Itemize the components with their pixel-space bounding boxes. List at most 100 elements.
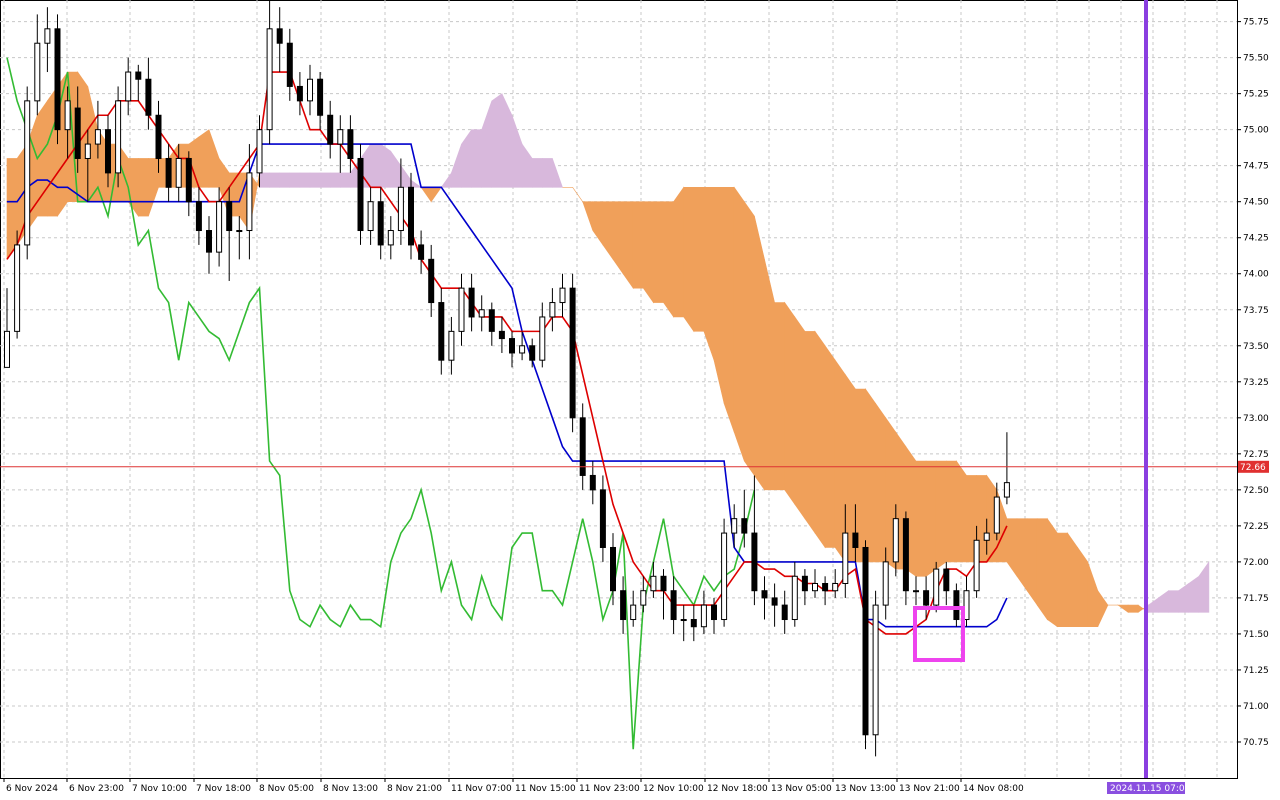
bear-candle-body (286, 42, 293, 87)
cloud-segment (1057, 532, 1068, 628)
cloud-segment (683, 186, 695, 333)
cloud-segment (703, 186, 715, 361)
cloud-segment (269, 172, 281, 188)
bull-candle-body (448, 330, 455, 361)
bull-candle-body (367, 201, 374, 232)
cloud-segment (673, 186, 685, 318)
cloud-segment (754, 216, 765, 491)
cloud-segment (279, 172, 291, 188)
bear-candle-body (822, 583, 829, 592)
bear-candle-body (711, 604, 717, 621)
bull-candle-body (913, 590, 919, 593)
y-tick-label: 73.50 (1243, 342, 1269, 352)
y-axis: 75.75 75.50 75.25 75.00 74.75 74.50 74.25 74.00… (1237, 18, 1269, 748)
y-tick-label: 70.75 (1243, 738, 1269, 748)
bear-candle-body (195, 201, 202, 232)
bull-candle-body (933, 568, 940, 606)
bear-candle-body (781, 604, 788, 621)
x-tick-label: 6 Nov 23:00 (69, 784, 124, 794)
x-tick-label: 6 Nov 2024 (6, 784, 58, 794)
x-tick-label: 14 Nov 08:00 (963, 784, 1024, 794)
cloud-segment (380, 143, 392, 188)
cloud-segment (774, 302, 786, 491)
bear-candle-body (418, 244, 425, 260)
bear-candle-body (589, 474, 596, 491)
bear-candle-body (509, 338, 515, 354)
bear-candle-body (327, 114, 334, 145)
bull-candle-body (1003, 482, 1010, 498)
bear-candle-body (751, 532, 758, 592)
bull-candle-body (175, 157, 182, 188)
cloud-segment (138, 158, 149, 217)
bull-candle-body (266, 28, 273, 131)
bear-candle-body (296, 85, 303, 102)
bear-candle-body (953, 590, 960, 621)
bear-candle-body (610, 546, 616, 592)
cloud-segment (390, 150, 402, 188)
bull-candle-body (94, 129, 101, 145)
cloud-segment (794, 316, 806, 520)
y-tick-label: 72.75 (1243, 450, 1269, 460)
bull-candle-body (872, 604, 879, 736)
y-tick-label: 75.25 (1243, 90, 1269, 100)
x-tick-label: 7 Nov 10:00 (132, 784, 187, 794)
x-tick-label: 13 Nov 05:00 (771, 784, 832, 794)
cloud-segment (541, 158, 553, 188)
bull-candle-body (125, 71, 132, 102)
cloud-segment (693, 186, 705, 332)
x-axis: 6 Nov 2024 6 Nov 23:00 7 Nov 10:00 7 Nov 18… (3, 778, 1024, 794)
cloud-segment (521, 143, 533, 188)
cloud-segment (329, 172, 341, 188)
cloud-segment (1077, 546, 1088, 628)
cloud-segment (733, 186, 745, 462)
bull-candle-body (115, 100, 122, 174)
cloud-segment (319, 172, 331, 188)
cloud-segment (612, 201, 624, 275)
bear-candle-body (226, 201, 233, 232)
bear-candle-body (498, 330, 505, 340)
cloud-segment (400, 164, 412, 188)
cloud-segment (1168, 590, 1179, 613)
bear-candle-body (377, 201, 384, 246)
bear-candle-body (317, 78, 324, 116)
bull-candle-body (44, 28, 51, 44)
y-tick-label: 75.75 (1243, 18, 1269, 28)
bear-candle-body (488, 309, 495, 332)
y-tick-label: 73.00 (1243, 414, 1269, 424)
y-tick-label: 75.00 (1243, 126, 1269, 136)
x-tick-label: 8 Nov 05:00 (259, 784, 314, 794)
plot-border (0, 0, 1238, 779)
cloud-segment (1188, 575, 1200, 613)
y-tick-label: 74.00 (1243, 270, 1269, 280)
cloud-segment (430, 186, 442, 203)
bull-candle-body (973, 539, 980, 592)
bull-candle-body (630, 604, 637, 621)
bear-candle-body (135, 71, 142, 80)
cloud-segment (875, 402, 887, 563)
bear-candle-body (690, 619, 697, 628)
cloud-segment (622, 201, 634, 290)
x-tick-label: 7 Nov 18:00 (196, 784, 251, 794)
bear-candle-body (862, 546, 869, 736)
cloud-segment (127, 158, 139, 218)
bear-candle-body (761, 590, 768, 599)
ichimoku-chart[interactable]: 72.662024.11.15 07:00 75.7575.5075.2575.… (0, 0, 1280, 800)
cloud-segment (1047, 517, 1058, 628)
cloud-segment (1016, 518, 1028, 592)
cloud-segment (653, 201, 664, 303)
bull-candle-body (387, 230, 394, 246)
x-tick-label: 12 Nov 10:00 (643, 784, 704, 794)
x-tick-label: 11 Nov 07:00 (451, 784, 512, 794)
bull-candle-body (24, 100, 31, 246)
cloud-segment (1036, 518, 1048, 621)
bull-candle-body (640, 590, 647, 606)
bull-candle-body (84, 143, 91, 159)
cloud-segment (491, 93, 503, 188)
x-tick-label: 13 Nov 13:00 (835, 784, 896, 794)
bull-candle-body (337, 129, 344, 145)
bull-candle-body (246, 172, 253, 232)
bull-candle-body (983, 532, 990, 541)
cloud-segment (632, 201, 644, 289)
cloud-segment (743, 200, 755, 477)
bull-candle-body (892, 518, 899, 563)
